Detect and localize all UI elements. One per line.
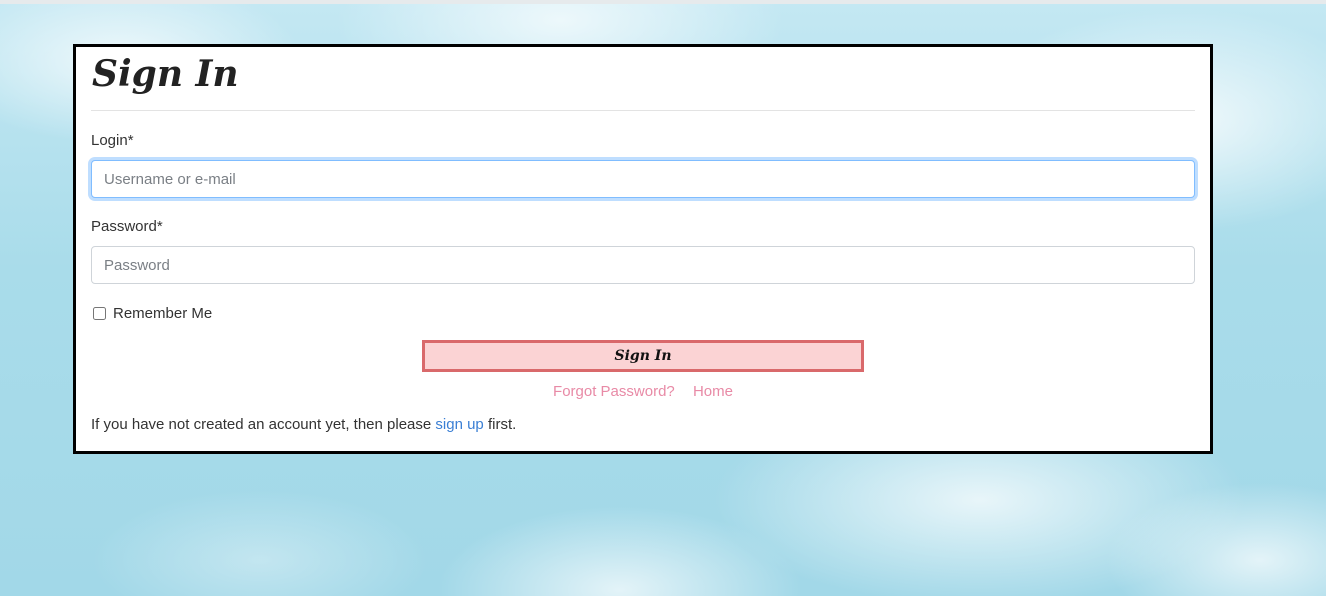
sign-in-button[interactable]: Sign In [422, 340, 864, 372]
top-strip [0, 0, 1326, 4]
login-label: Login* [91, 132, 134, 149]
login-input[interactable] [91, 160, 1195, 198]
sign-up-link[interactable]: sign up [435, 416, 483, 433]
page-title: Sign In [92, 53, 239, 95]
remember-me-row: Remember Me [91, 305, 212, 322]
signup-suffix-text: first. [483, 416, 517, 433]
signup-prompt: If you have not created an account yet, … [91, 416, 516, 433]
signup-prefix-text: If you have not created an account yet, … [91, 416, 436, 433]
secondary-links: Forgot Password? Home [76, 383, 1210, 400]
signin-card: Sign In Login* Password* Remember Me Sig… [73, 44, 1213, 454]
remember-me-checkbox[interactable] [93, 307, 106, 320]
password-input[interactable] [91, 246, 1195, 284]
forgot-password-link[interactable]: Forgot Password? [553, 383, 675, 400]
remember-me-label[interactable]: Remember Me [113, 305, 212, 322]
password-label: Password* [91, 218, 163, 235]
title-divider [91, 110, 1195, 111]
home-link[interactable]: Home [693, 383, 733, 400]
